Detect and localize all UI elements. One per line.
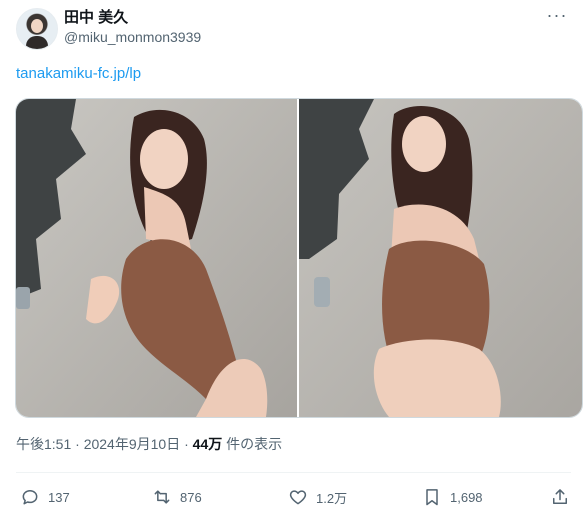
tweet-link[interactable]: tanakamiku-fc.jp/lp (16, 64, 141, 84)
user-handle[interactable]: @miku_monmon3939 (64, 27, 201, 47)
like-count: 1.2万 (316, 490, 348, 506)
like-button[interactable]: 1.2万 (288, 484, 347, 510)
action-bar: 137 876 1.2万 1,698 (16, 484, 571, 512)
views-label: 件の表示 (222, 436, 283, 452)
share-button[interactable] (550, 484, 570, 510)
reply-button[interactable]: 137 (20, 484, 70, 510)
tweet-header: 田中 美久 @miku_monmon3939 ··· (16, 6, 571, 52)
reply-icon (22, 490, 38, 505)
heart-icon (289, 490, 307, 505)
media-grid (15, 98, 583, 418)
divider (16, 472, 571, 473)
repost-button[interactable]: 876 (152, 484, 202, 510)
tweet-meta: 午後1:51 · 2024年9月10日 · 44万 件の表示 (16, 434, 282, 454)
display-name[interactable]: 田中 美久 (64, 8, 201, 27)
reply-count: 137 (48, 489, 70, 505)
author-names: 田中 美久 @miku_monmon3939 (64, 8, 201, 47)
more-options-icon[interactable]: ··· (543, 6, 571, 28)
bookmark-icon (426, 489, 438, 506)
photo-right[interactable] (299, 99, 582, 417)
avatar-face (31, 19, 43, 33)
repost-icon (154, 490, 170, 504)
photo-left[interactable] (16, 99, 297, 417)
photo-left-image (16, 99, 297, 417)
views-count: 44万 (192, 436, 223, 452)
share-icon (553, 489, 567, 504)
tweet-date[interactable]: 2024年9月10日 (84, 436, 181, 452)
bookmark-count: 1,698 (450, 489, 483, 505)
meta-separator: · (71, 436, 84, 452)
photo-right-image (299, 99, 582, 417)
tweet-time[interactable]: 午後1:51 (16, 436, 71, 452)
avatar[interactable] (16, 8, 58, 50)
avatar-body (26, 36, 48, 49)
bookmark-button[interactable]: 1,698 (422, 484, 483, 510)
repost-count: 876 (180, 489, 202, 505)
meta-separator: · (180, 436, 193, 452)
